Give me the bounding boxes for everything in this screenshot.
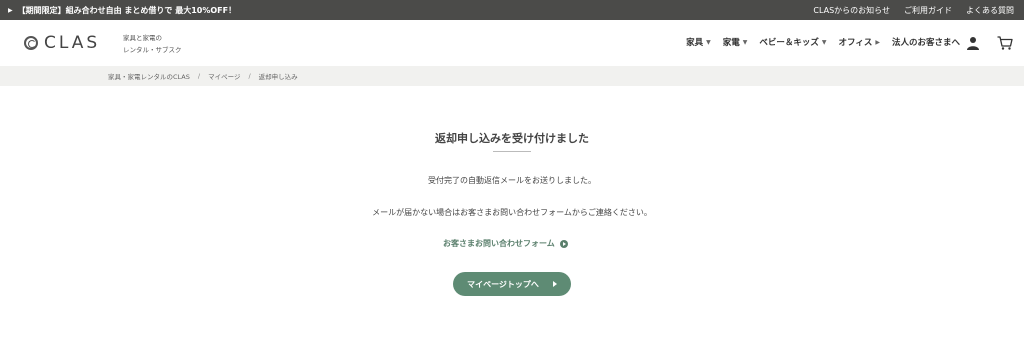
mypage-button-label: マイページトップへ (467, 279, 539, 289)
nav-item-office[interactable]: オフィス ▶ (839, 36, 880, 48)
title-divider (493, 151, 531, 152)
promo-text[interactable]: 【期間限定】組み合わせ自由 まとめ借りで 最大10%OFF！ (18, 5, 236, 16)
news-link[interactable]: CLASからのお知らせ (813, 5, 890, 16)
guide-link[interactable]: ご利用ガイド (904, 5, 952, 16)
breadcrumb-separator: / (248, 72, 251, 80)
play-icon: ▶ (8, 6, 13, 14)
caret-down-icon: ▼ (706, 38, 711, 46)
logo-mark-icon (24, 36, 38, 50)
tagline-line1: 家具と家電の (123, 34, 162, 42)
breadcrumb-mypage[interactable]: マイページ (208, 71, 240, 81)
nav-label: オフィス (838, 38, 873, 48)
nav-label: 家具 (686, 38, 704, 48)
tagline: 家具と家電の レンタル・サブスク (123, 32, 182, 56)
caret-down-icon: ▼ (742, 38, 748, 46)
faq-link[interactable]: よくある質問 (966, 5, 1014, 16)
help-message: メールが届かない場合はお客さまお問い合わせフォームからご連絡ください。 (372, 208, 652, 217)
user-icon[interactable] (966, 36, 980, 50)
page-title: 返却申し込みを受け付けました (435, 132, 589, 145)
caret-down-icon: ▼ (821, 38, 827, 46)
nav-item-furniture[interactable]: 家具 ▼ (686, 36, 711, 48)
logo-text: CLAS (44, 33, 101, 53)
tagline-line2: レンタル・サブスク (123, 46, 182, 54)
utility-links: CLASからのお知らせ ご利用ガイド よくある質問 (813, 5, 1014, 16)
confirmation-message: 受付完了の自動返信メールをお送りしました。 (428, 176, 596, 185)
promo-banner[interactable]: ▶ 【期間限定】組み合わせ自由 まとめ借りで 最大10%OFF！ (8, 5, 236, 16)
breadcrumb-separator: / (197, 72, 201, 80)
nav-item-baby-kids[interactable]: ベビー＆キッズ ▼ (759, 36, 826, 48)
promo-bar: ▶ 【期間限定】組み合わせ自由 まとめ借りで 最大10%OFF！ CLASからの… (0, 0, 1024, 20)
main-content: 返却申し込みを受け付けました 受付完了の自動返信メールをお送りしました。 メール… (0, 86, 1024, 345)
site-header: CLAS 家具と家電の レンタル・サブスク 家具 ▼ 家電 ▼ ベビー＆キッズ … (0, 20, 1024, 66)
arrow-right-icon (552, 281, 557, 287)
nav-label: 家電 (722, 38, 740, 48)
nav-item-business[interactable]: 法人のお客さまへ (892, 36, 960, 48)
arrow-circle-icon (559, 239, 568, 248)
logo[interactable]: CLAS (24, 33, 100, 53)
cart-icon[interactable] (997, 36, 1013, 50)
nav-item-appliances[interactable]: 家電 ▼ (723, 36, 748, 48)
breadcrumb-current: 返却申し込み (258, 73, 298, 81)
nav-label: ベビー＆キッズ (759, 38, 819, 48)
breadcrumb: 家具・家電レンタルのCLAS / マイページ / 返却申し込み (0, 66, 1024, 86)
contact-form-link[interactable]: お客さまお問い合わせフォーム (443, 238, 568, 249)
main-nav: 家具 ▼ 家電 ▼ ベビー＆キッズ ▼ オフィス ▶ 法人のお客さまへ (686, 36, 960, 48)
contact-form-label: お客さまお問い合わせフォーム (443, 239, 555, 248)
mypage-top-button[interactable]: マイページトップへ (453, 272, 571, 296)
nav-label: 法人のお客さまへ (891, 38, 960, 48)
caret-right-icon: ▶ (875, 38, 880, 46)
breadcrumb-home[interactable]: 家具・家電レンタルのCLAS (108, 71, 190, 81)
